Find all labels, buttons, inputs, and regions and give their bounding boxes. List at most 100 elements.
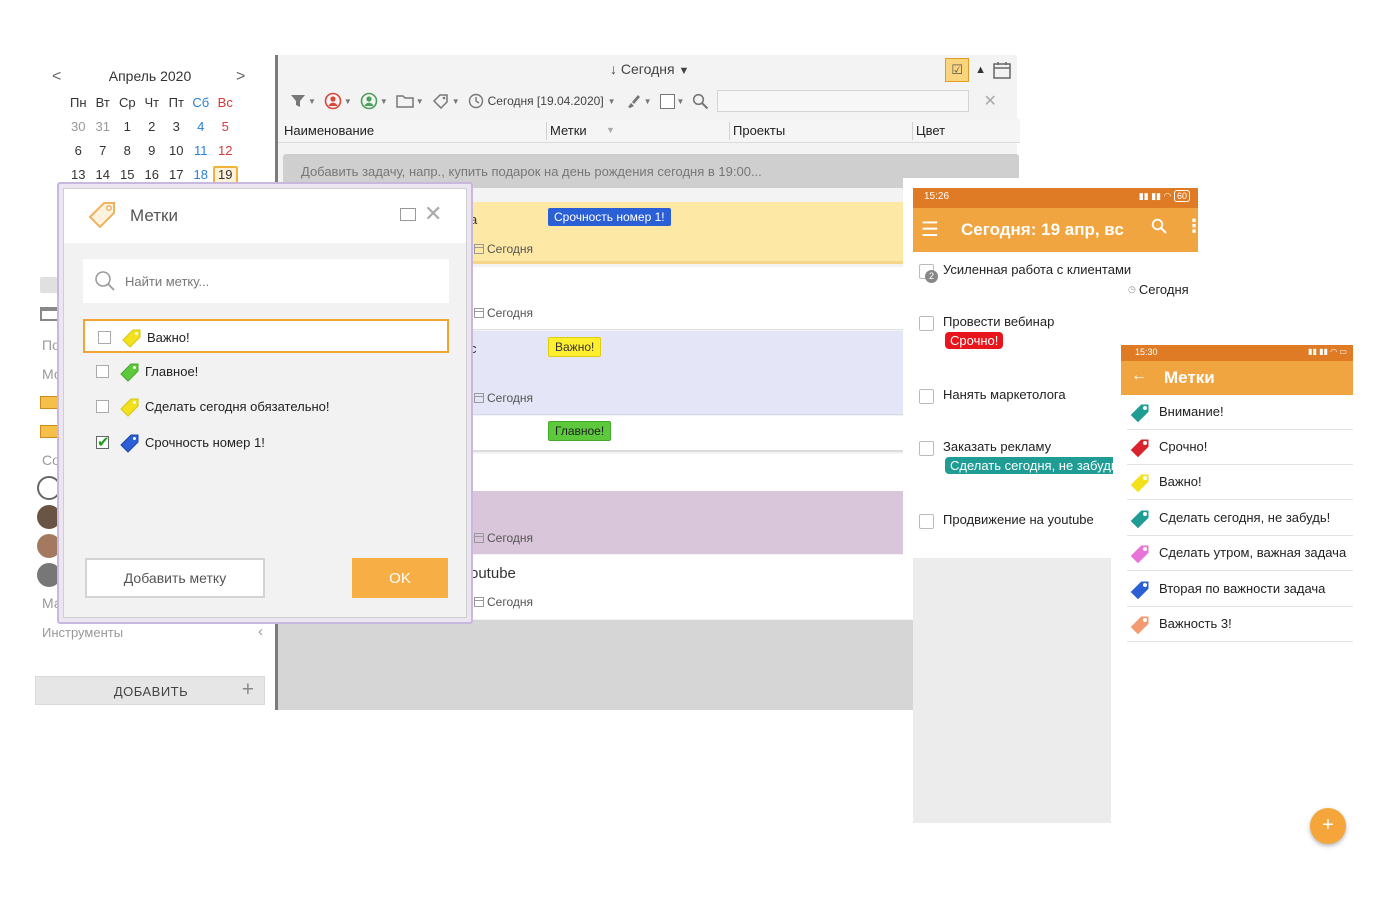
tag-list-item[interactable]: Срочность номер 1! bbox=[83, 426, 449, 460]
tag-checkbox[interactable] bbox=[98, 331, 111, 344]
task-checkbox[interactable] bbox=[919, 514, 934, 529]
task-title: Заказать рекламу bbox=[943, 439, 1052, 454]
hamburger-menu-icon[interactable]: ☰ bbox=[921, 217, 939, 242]
folder-icon[interactable] bbox=[40, 396, 58, 409]
more-options-icon[interactable]: ⋮ bbox=[1185, 216, 1203, 237]
mobile-tags-screen: 15:30 ▮▮ ▮▮ ◠ ▭ ← Метки Внимание! Срочно… bbox=[1121, 345, 1353, 645]
triangle-up-icon[interactable]: ▲ bbox=[975, 64, 986, 76]
column-header-color[interactable]: Цвет bbox=[916, 123, 945, 138]
back-arrow-icon[interactable]: ← bbox=[1131, 367, 1147, 385]
task-checkbox[interactable] bbox=[919, 389, 934, 404]
search-input[interactable] bbox=[717, 90, 970, 112]
tag-chip[interactable]: Сделать сегодня, не забудь! bbox=[945, 457, 1113, 474]
tag-icon bbox=[122, 329, 141, 348]
tag-label: Важно! bbox=[147, 330, 190, 345]
column-header-name[interactable]: Наименование bbox=[284, 123, 374, 138]
due-label: Сегодня bbox=[487, 306, 533, 320]
task-checkbox[interactable] bbox=[919, 441, 934, 456]
date-filter-dropdown[interactable]: Сегодня [19.04.2020] ▼ bbox=[468, 93, 616, 109]
column-separator bbox=[546, 122, 547, 140]
sort-dropdown[interactable]: ↓ Сегодня ▼ bbox=[610, 61, 689, 77]
search-icon[interactable] bbox=[692, 93, 709, 110]
column-header-tags[interactable]: Метки bbox=[550, 123, 587, 138]
calendar-day[interactable]: 5 bbox=[213, 118, 238, 136]
tag-icon bbox=[1129, 473, 1150, 494]
calendar-day[interactable]: 31 bbox=[91, 118, 116, 136]
tag-icon bbox=[1129, 544, 1150, 565]
calendar-day[interactable]: 9 bbox=[140, 142, 165, 160]
weekday-label: Пт bbox=[168, 95, 184, 110]
sort-caret-icon[interactable]: ▼ bbox=[606, 125, 615, 135]
column-separator bbox=[729, 122, 730, 140]
tag-chip[interactable]: Срочно! bbox=[945, 332, 1004, 349]
ok-button[interactable]: OK bbox=[352, 558, 448, 598]
owner-filter-icon[interactable]: ▼ bbox=[360, 92, 388, 110]
dialog-header: Метки ✕ bbox=[64, 189, 466, 243]
calendar-day[interactable]: 7 bbox=[91, 142, 116, 160]
calendar-day[interactable]: 30 bbox=[66, 118, 91, 136]
calendar-day[interactable]: 6 bbox=[66, 142, 91, 160]
date-filter-label: Сегодня [19.04.2020] bbox=[487, 94, 604, 108]
tag-list-item[interactable]: Важно! bbox=[83, 319, 449, 353]
tools-section-label[interactable]: Инструменты bbox=[42, 625, 123, 640]
tag-icon bbox=[120, 363, 139, 382]
column-header-projects[interactable]: Проекты bbox=[733, 123, 785, 138]
list-item[interactable]: Важность 3! bbox=[1127, 607, 1353, 642]
calendar-icon bbox=[474, 244, 484, 254]
tag-list-item[interactable]: Главное! bbox=[83, 355, 449, 389]
tag-checkbox-checked[interactable] bbox=[96, 433, 110, 451]
maximize-icon[interactable] bbox=[400, 208, 416, 221]
folder-filter-icon[interactable]: ▼ bbox=[396, 94, 424, 108]
calendar-day[interactable]: 11 bbox=[189, 142, 214, 160]
list-item[interactable]: Внимание! bbox=[1127, 395, 1353, 430]
add-tag-fab[interactable]: + bbox=[1310, 808, 1346, 844]
calendar-day[interactable]: 12 bbox=[213, 142, 238, 160]
tag-checkbox[interactable] bbox=[96, 400, 109, 413]
add-tag-button[interactable]: Добавить метку bbox=[85, 558, 265, 598]
list-item[interactable]: Вторая по важности задача bbox=[1127, 572, 1353, 607]
list-item[interactable]: Срочно! bbox=[1127, 430, 1353, 465]
tag-search-input[interactable]: Найти метку... bbox=[83, 259, 449, 303]
tag-label: Важно! bbox=[1159, 474, 1202, 489]
tag-chip[interactable]: Важно! bbox=[548, 337, 602, 357]
tag-checkbox[interactable] bbox=[96, 365, 109, 378]
task-checkbox[interactable] bbox=[919, 316, 934, 331]
list-item[interactable]: Важно! bbox=[1127, 465, 1353, 500]
prev-month-button[interactable]: < bbox=[52, 68, 61, 86]
tag-chip[interactable]: Главное! bbox=[548, 421, 612, 441]
tag-chip[interactable]: Срочность номер 1! bbox=[548, 208, 671, 226]
tag-list-item[interactable]: Сделать сегодня обязательно! bbox=[83, 390, 449, 424]
calendar-day[interactable]: 1 bbox=[115, 118, 140, 136]
brush-icon[interactable]: ▼ bbox=[624, 93, 652, 109]
weekday-label: Вт bbox=[95, 95, 110, 110]
next-month-button[interactable]: > bbox=[236, 68, 245, 86]
list-item[interactable]: Сделать утром, важная задача bbox=[1127, 536, 1353, 571]
calendar-day[interactable]: 2 bbox=[140, 118, 165, 136]
due-date: Сегодня bbox=[474, 531, 533, 545]
folder-icon[interactable] bbox=[40, 425, 58, 438]
calendar-day[interactable]: 10 bbox=[164, 142, 189, 160]
calendar-view-icon[interactable] bbox=[992, 60, 1012, 80]
calendar-day[interactable]: 3 bbox=[164, 118, 189, 136]
close-icon[interactable]: ✕ bbox=[983, 91, 996, 111]
close-icon[interactable]: ✕ bbox=[424, 201, 442, 227]
search-icon[interactable] bbox=[1151, 218, 1167, 234]
checkbox-filter-icon[interactable]: ▼ bbox=[659, 93, 684, 109]
due-date: Сегодня bbox=[474, 242, 533, 256]
list-item[interactable]: Сделать сегодня, не забудь! bbox=[1127, 501, 1353, 536]
assignee-filter-icon[interactable]: ▼ bbox=[324, 92, 352, 110]
clock-icon: ◷ bbox=[1128, 284, 1136, 294]
add-button[interactable]: ДОБАВИТЬ + bbox=[35, 676, 265, 705]
due-label: Сегодня bbox=[1138, 282, 1189, 297]
search-icon bbox=[95, 271, 115, 291]
status-icons: ▮▮ ▮▮ ◠ ▭ bbox=[1308, 347, 1347, 356]
checklist-toggle-icon[interactable]: ☑ bbox=[945, 58, 970, 82]
calendar-day[interactable]: 4 bbox=[189, 118, 214, 136]
dialog-body: Найти метку... Важно! Главное! Сделать с… bbox=[64, 243, 466, 617]
dialog-title: Метки bbox=[130, 206, 178, 225]
tag-filter-icon[interactable]: ▼ bbox=[432, 93, 460, 109]
calendar-day[interactable]: 8 bbox=[115, 142, 140, 160]
due-date: ◷ Сегодня bbox=[1128, 282, 1189, 297]
filter-icon[interactable]: ▼ bbox=[290, 94, 316, 108]
chevron-left-icon[interactable]: ‹ bbox=[258, 623, 263, 640]
